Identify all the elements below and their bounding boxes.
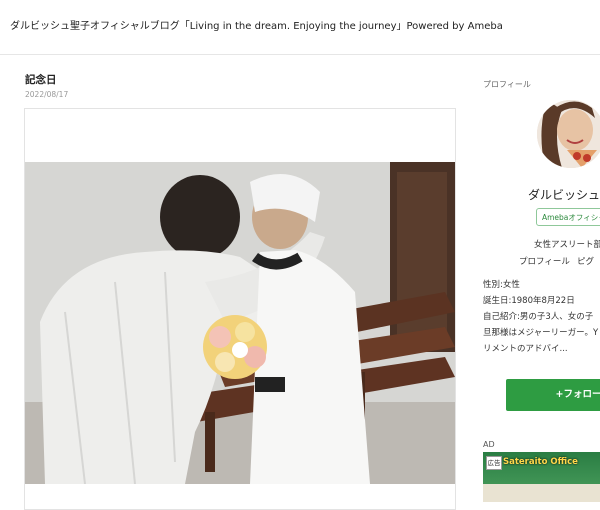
profile-section-label: プロフィール <box>483 80 531 89</box>
entry-photo-frame <box>24 108 456 510</box>
ameba-official-badge: Amebaオフィシャル <box>536 208 600 226</box>
entry-date: 2022/08/17 <box>25 90 69 99</box>
profile-intro-line-3: リメントのアドバイ... <box>483 344 568 354</box>
ad-label: AD <box>483 440 495 449</box>
avatar-image <box>537 100 600 168</box>
profile-name[interactable]: ダルビッシュ聖 <box>528 186 600 203</box>
profile-link[interactable]: プロフィール <box>519 255 570 267</box>
ad-banner[interactable]: 広告 Sateraito Office <box>483 452 600 502</box>
follow-button[interactable]: +フォロー <box>506 379 600 411</box>
blog-header: ダルビッシュ聖子オフィシャルブログ「Living in the dream. E… <box>0 0 600 55</box>
entry-title[interactable]: 記念日 <box>25 72 57 87</box>
profile-avatar[interactable] <box>537 100 600 168</box>
ad-badge: 広告 <box>486 456 502 470</box>
wedding-kiss-photo <box>25 162 455 484</box>
profile-category-link[interactable]: 女性アスリート部 <box>534 238 600 250</box>
profile-intro-line-1: 自己紹介:男の子3人、女の子 <box>483 312 594 322</box>
profile-intro-line-2: 旦那様はメジャーリーガー。Y <box>483 328 599 338</box>
profile-birthday: 誕生日:1980年8月22日 <box>483 296 575 306</box>
blog-title-link[interactable]: ダルビッシュ聖子オフィシャルブログ「Living in the dream. E… <box>10 17 503 32</box>
ad-brand-text: Sateraito Office <box>503 457 578 467</box>
ad-banner-bottom <box>483 484 600 502</box>
entry-photo[interactable] <box>25 162 455 484</box>
pigg-link[interactable]: ピグ <box>577 255 594 267</box>
profile-gender: 性別:女性 <box>483 280 520 290</box>
